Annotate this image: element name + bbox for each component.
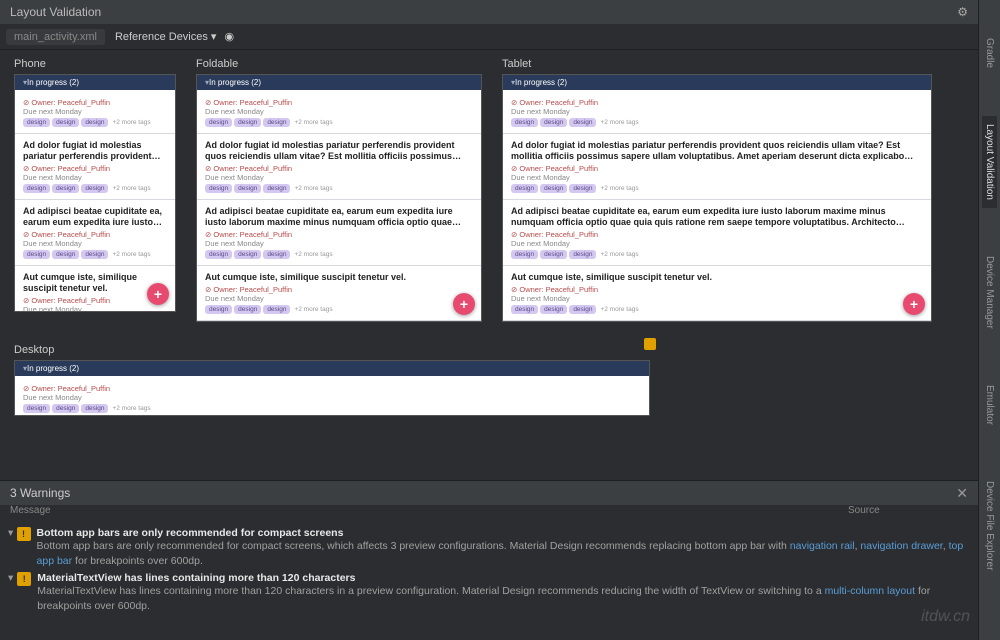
owner-line: ⊘ Owner: Peaceful_Puffin	[23, 384, 641, 393]
tag-pill[interactable]: design	[205, 118, 232, 127]
task-card[interactable]: Aut cumque iste, similique suscipit tene…	[503, 266, 931, 321]
task-card[interactable]: Ad dolor fugiat id molestias pariatur pe…	[15, 134, 175, 200]
warning-indicator-icon	[644, 338, 656, 350]
tool-title: Layout Validation	[10, 5, 101, 19]
device-label: Phone	[14, 58, 176, 70]
tag-pill[interactable]: design	[52, 118, 79, 127]
task-card[interactable]: Ad adipisci beatae cupiditate ea, earum …	[15, 200, 175, 266]
file-chip[interactable]: main_activity.xml	[6, 29, 105, 45]
fab-add-button[interactable]: +	[453, 293, 475, 315]
col-message: Message	[10, 505, 848, 523]
device-label: Tablet	[502, 58, 932, 70]
fab-add-button[interactable]: +	[147, 283, 169, 305]
preview-frame-tablet[interactable]: In progress (2) ⊘ Owner: Peaceful_PuffinD…	[502, 74, 932, 322]
task-card[interactable]: Ad dolor fugiat id molestias pariatur pe…	[503, 134, 931, 200]
tag-pill[interactable]: design	[23, 118, 50, 127]
tag-pill[interactable]: design	[234, 118, 261, 127]
col-source: Source	[848, 505, 968, 523]
rail-tab-device-file-explorer[interactable]: Device File Explorer	[982, 473, 997, 578]
preview-frame-phone[interactable]: In progress (2) ⊘ Owner: Peaceful_PuffinD…	[14, 74, 176, 312]
warning-title: MaterialTextView has lines containing mo…	[37, 572, 970, 584]
due-line: Due next Monday	[23, 393, 641, 402]
more-tags: +2 more tags	[112, 119, 150, 126]
close-icon[interactable]: ✕	[956, 485, 968, 502]
more-tags: +2 more tags	[294, 119, 332, 126]
rail-tab-emulator[interactable]: Emulator	[982, 377, 997, 433]
owner-line: ⊘ Owner: Peaceful_Puffin	[205, 98, 473, 107]
tag-pill[interactable]: design	[23, 404, 50, 413]
warning-icon: !	[17, 572, 31, 586]
tag-pill[interactable]: design	[511, 118, 538, 127]
chevron-down-icon[interactable]: ▾	[8, 572, 17, 584]
tag-pill[interactable]: design	[263, 118, 290, 127]
more-tags: +2 more tags	[600, 119, 638, 126]
device-label: Foldable	[196, 58, 482, 70]
due-line: Due next Monday	[511, 107, 923, 116]
owner-line: ⊘ Owner: Peaceful_Puffin	[511, 98, 923, 107]
rail-tab-device-manager[interactable]: Device Manager	[982, 248, 997, 337]
task-card[interactable]: Ad dolor fugiat id molestias pariatur pe…	[197, 134, 481, 200]
gear-icon[interactable]: ⚙	[957, 5, 968, 19]
tag-pill[interactable]: design	[81, 118, 108, 127]
rail-tab-gradle[interactable]: Gradle	[982, 30, 997, 76]
tag-pill[interactable]: design	[81, 404, 108, 413]
due-line: Due next Monday	[205, 107, 473, 116]
warning-title: Bottom app bars are only recommended for…	[37, 527, 970, 539]
tag-pill[interactable]: design	[569, 118, 596, 127]
rail-tab-layout-validation[interactable]: Layout Validation	[982, 116, 997, 208]
warning-detail: Bottom app bars are only recommended for…	[37, 539, 970, 568]
tag-pill[interactable]: design	[52, 404, 79, 413]
doc-link[interactable]: navigation drawer	[860, 540, 942, 552]
warnings-count: 3 Warnings	[10, 486, 70, 500]
task-card[interactable]: Ad adipisci beatae cupiditate ea, earum …	[197, 200, 481, 266]
doc-link[interactable]: multi-column layout	[825, 585, 915, 597]
reference-devices-dropdown[interactable]: Reference Devices ▾	[115, 30, 217, 43]
more-tags: +2 more tags	[112, 405, 150, 412]
due-line: Due next Monday	[23, 107, 167, 116]
device-label: Desktop	[14, 344, 650, 356]
visibility-icon[interactable]: ◉	[224, 30, 234, 43]
sprint-header[interactable]: In progress (2)	[15, 361, 649, 376]
right-tool-rail: Gradle Layout Validation Device Manager …	[978, 0, 1000, 640]
sprint-header[interactable]: In progress (2)	[197, 75, 481, 90]
fab-add-button[interactable]: +	[903, 293, 925, 315]
preview-frame-desktop[interactable]: In progress (2) ⊘ Owner: Peaceful_PuffinD…	[14, 360, 650, 416]
chevron-down-icon[interactable]: ▾	[8, 527, 17, 539]
task-card[interactable]: Ad adipisci beatae cupiditate ea, earum …	[503, 200, 931, 266]
owner-line: ⊘ Owner: Peaceful_Puffin	[23, 98, 167, 107]
sprint-header[interactable]: In progress (2)	[15, 75, 175, 90]
tag-pill[interactable]: design	[540, 118, 567, 127]
warning-detail: MaterialTextView has lines containing mo…	[37, 584, 970, 613]
task-card[interactable]: Aut cumque iste, similique suscipit tene…	[197, 266, 481, 321]
warning-icon: !	[17, 527, 31, 541]
doc-link[interactable]: navigation rail	[790, 540, 855, 552]
preview-frame-foldable[interactable]: In progress (2) ⊘ Owner: Peaceful_PuffinD…	[196, 74, 482, 322]
sprint-header[interactable]: In progress (2)	[503, 75, 931, 90]
task-card[interactable]: Animi culpa eius facilis incidunt modi n…	[197, 321, 481, 322]
